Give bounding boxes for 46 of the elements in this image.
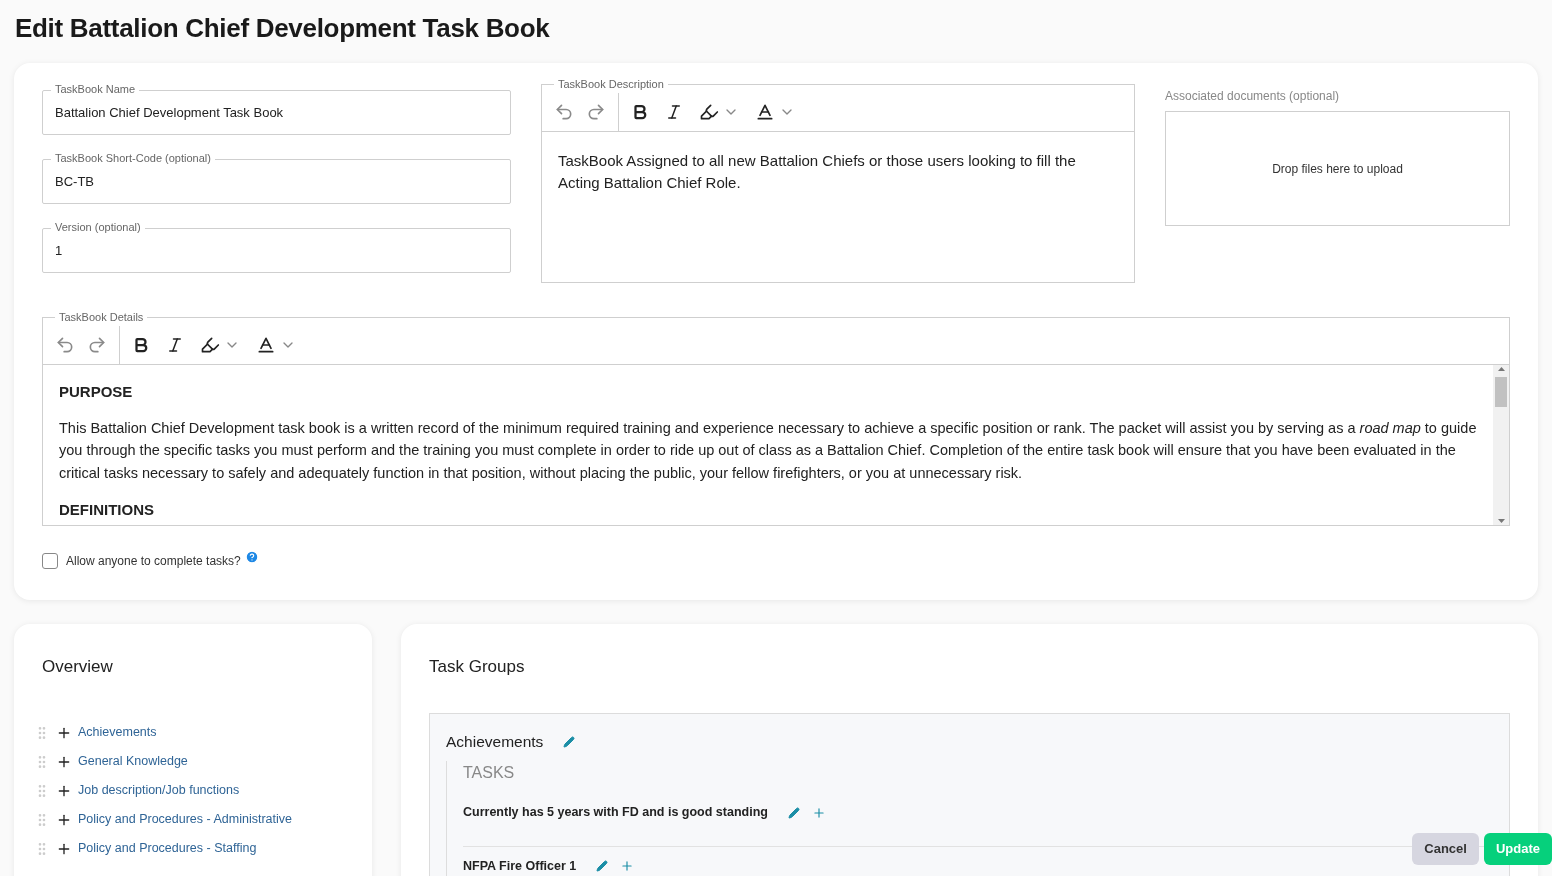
edit-icon[interactable] [596, 860, 609, 873]
overview-link[interactable]: Achievements [78, 723, 157, 742]
group-name: Achievements [446, 732, 544, 752]
add-icon[interactable] [620, 859, 635, 874]
checkbox-label: Allow anyone to complete tasks? [66, 552, 241, 570]
undo-icon[interactable] [55, 334, 75, 355]
field-label: Version (optional) [51, 221, 145, 234]
description-text: TaskBook Assigned to all new Battalion Chiefs or those users looking to fill the Acting Battalion Chief Role. [557, 150, 1077, 193]
card-title: Task Groups [429, 655, 526, 678]
highlighter-icon[interactable] [200, 334, 220, 355]
overview-link[interactable]: Policy and Procedures - Staffing [78, 839, 257, 858]
edit-icon[interactable] [563, 735, 576, 748]
scrollbar[interactable] [1493, 364, 1509, 525]
overview-link[interactable]: Policy and Procedures - Administrative [78, 810, 292, 829]
edit-icon[interactable] [787, 806, 800, 819]
task-name: NFPA Fire Officer 1 [463, 858, 577, 875]
checkbox[interactable] [42, 552, 58, 569]
drop-zone[interactable]: Drop files here to upload [1165, 111, 1510, 226]
add-icon[interactable] [811, 805, 826, 820]
section-heading: DEFINITIONS [59, 500, 155, 520]
bold-icon[interactable] [132, 335, 150, 354]
bold-icon[interactable] [631, 102, 649, 121]
page-title: Edit Battalion Chief Development Task Book [14, 12, 551, 45]
scroll-up-icon[interactable] [1497, 366, 1505, 371]
scroll-down-icon[interactable] [1497, 518, 1505, 523]
field-label: TaskBook Description [557, 77, 665, 92]
italic-icon[interactable] [665, 102, 683, 121]
field-label: TaskBook Name [51, 83, 140, 96]
italic-icon[interactable] [166, 335, 184, 354]
field-label: TaskBook Short-Code (optional) [51, 152, 215, 165]
overview-link[interactable]: Job description/Job functions [78, 781, 240, 800]
field-label: Associated documents (optional) [1165, 88, 1341, 105]
undo-icon[interactable] [554, 101, 574, 122]
redo-icon[interactable] [586, 101, 606, 122]
paragraph: This Battalion Chief Development task book is a written record of the minimum required training and experience necessary to achieve a specific position or rank. The packet will assist you by serving as a road map to guide you through the specific tasks you must perform and the training you must complete in order to ride up out of class as a Battalion Chief. Completion of the entire task book will ensure that you have been evaluated in the critical tasks necessary to safely and adequately function in that position, without placing the public, your fellow firefighters, or you at unnecessary risk. [59, 418, 1477, 483]
cancel-button[interactable]: Cancel [1412, 833, 1479, 865]
section-heading: PURPOSE [59, 381, 134, 402]
task-name: Currently has 5 years with FD and is good standing [463, 804, 768, 822]
help-icon[interactable] [244, 549, 259, 564]
card-title: Overview [42, 655, 114, 678]
section-label: TASKS [463, 763, 516, 784]
overview-link[interactable]: General Knowledge [78, 752, 188, 771]
field-label: TaskBook Details [58, 310, 145, 325]
redo-icon[interactable] [87, 334, 107, 355]
scrollbar-thumb[interactable] [1495, 376, 1507, 407]
highlighter-icon[interactable] [699, 101, 719, 122]
